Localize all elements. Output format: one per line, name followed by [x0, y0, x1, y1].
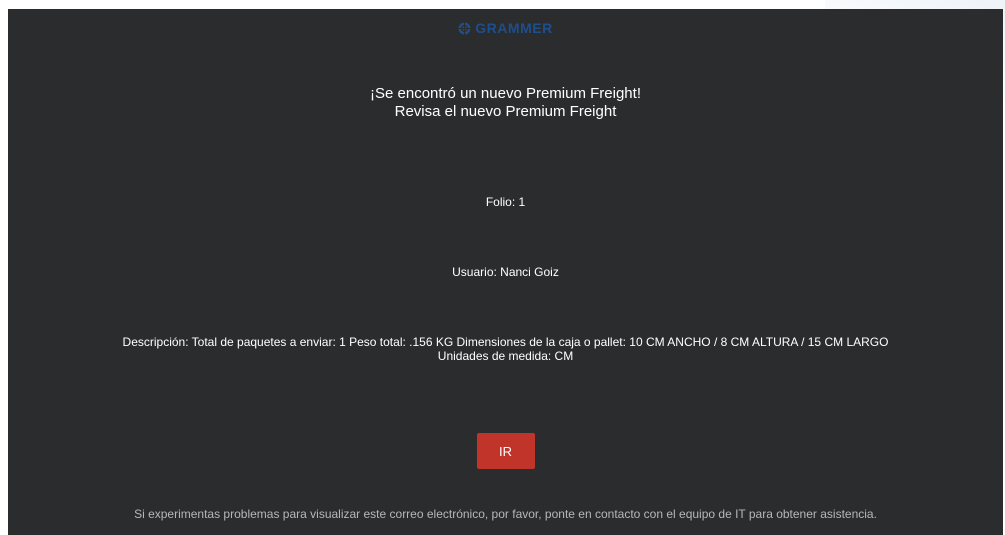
ir-button[interactable]: IR	[476, 433, 535, 469]
headline: ¡Se encontró un nuevo Premium Freight! R…	[8, 85, 1003, 121]
folio-text: Folio: 1	[485, 195, 526, 209]
brand-logo: GRAMMER	[8, 20, 1003, 36]
headline-title: ¡Se encontró un nuevo Premium Freight!	[370, 85, 641, 102]
descripcion-text: Descripción: Total de paquetes a enviar:…	[122, 335, 889, 349]
footer-notice: Si experimentas problemas para visualiza…	[134, 507, 877, 521]
grammer-logo-icon	[458, 21, 472, 35]
brand-name: GRAMMER	[475, 20, 553, 36]
usuario-text: Usuario: Nanci Goiz	[452, 265, 559, 279]
descripcion-block: Descripción: Total de paquetes a enviar:…	[8, 335, 1003, 363]
button-container: IR	[8, 433, 1003, 469]
headline-subtitle: Revisa el nuevo Premium Freight	[394, 103, 617, 120]
unidades-text: Unidades de medida: CM	[437, 349, 574, 363]
email-body: GRAMMER ¡Se encontró un nuevo Premium Fr…	[8, 9, 1003, 535]
